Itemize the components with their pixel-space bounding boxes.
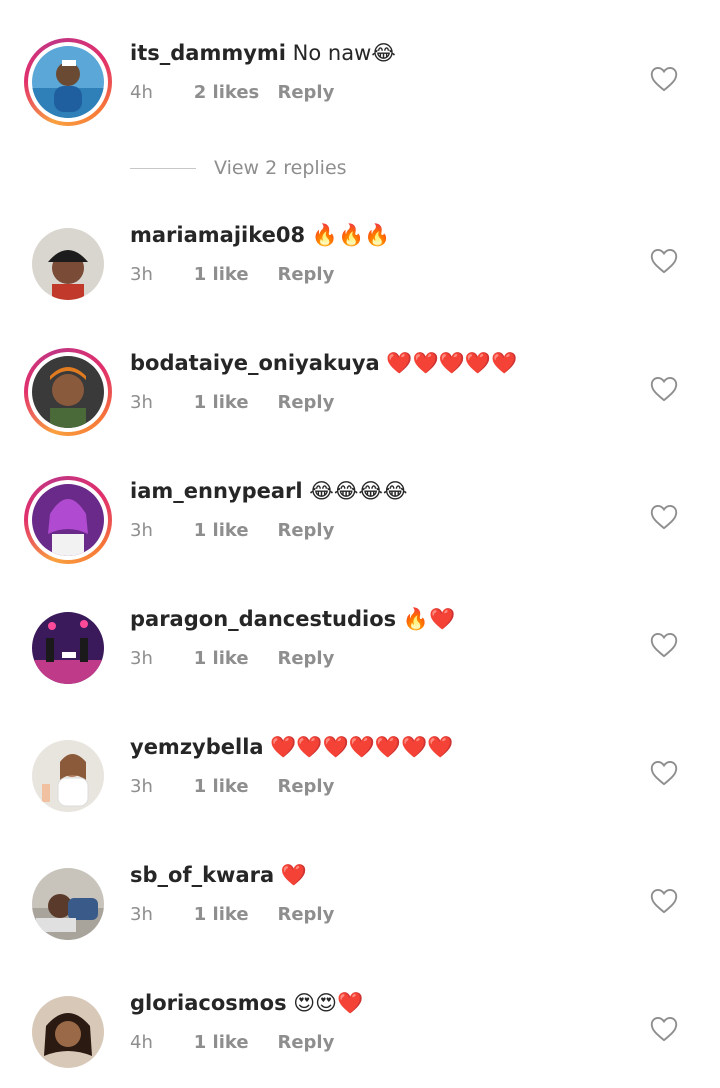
avatar — [32, 46, 104, 118]
comment-meta: 3h 1 like Reply — [130, 392, 334, 413]
comment-meta: 4h 1 like Reply — [130, 1032, 334, 1053]
comment-meta: 4h 2 likes Reply — [130, 82, 334, 103]
view-replies-label: View 2 replies — [214, 157, 347, 179]
comment-item: iam_ennypearl 😂😂😂😂 3h 1 like Reply — [0, 476, 720, 576]
comment-likes[interactable]: 1 like — [194, 648, 272, 669]
comment-username[interactable]: gloriacosmos — [130, 991, 287, 1015]
avatar[interactable] — [32, 996, 104, 1068]
comment-username[interactable]: paragon_dancestudios — [130, 607, 396, 631]
comment-username[interactable]: bodataiye_oniyakuya — [130, 351, 380, 375]
reply-button[interactable]: Reply — [277, 776, 334, 797]
comment-line: sb_of_kwara ❤️ — [130, 860, 307, 890]
comment-time: 3h — [130, 776, 153, 797]
comment-text: 🔥🔥🔥 — [311, 223, 391, 247]
heart-outline-icon[interactable] — [650, 504, 678, 530]
comment-text: No naw😂 — [292, 41, 396, 65]
comment-likes[interactable]: 1 like — [194, 264, 272, 285]
comment-likes[interactable]: 1 like — [194, 904, 272, 925]
heart-outline-icon[interactable] — [650, 248, 678, 274]
comment-line: mariamajike08 🔥🔥🔥 — [130, 220, 390, 250]
heart-outline-icon[interactable] — [650, 1016, 678, 1042]
comment-line: yemzybella ❤️❤️❤️❤️❤️❤️❤️ — [130, 732, 453, 762]
comment-meta: 3h 1 like Reply — [130, 520, 334, 541]
comment-time: 3h — [130, 648, 153, 669]
comment-item: yemzybella ❤️❤️❤️❤️❤️❤️❤️ 3h 1 like Repl… — [0, 732, 720, 832]
reply-button[interactable]: Reply — [277, 82, 334, 103]
divider-line — [130, 167, 196, 169]
heart-outline-icon[interactable] — [650, 888, 678, 914]
comment-item: bodataiye_oniyakuya ❤️❤️❤️❤️❤️ 3h 1 like… — [0, 348, 720, 448]
comment-text: 🔥❤️ — [402, 607, 456, 631]
reply-button[interactable]: Reply — [277, 264, 334, 285]
reply-button[interactable]: Reply — [277, 904, 334, 925]
comment-item: sb_of_kwara ❤️ 3h 1 like Reply — [0, 860, 720, 960]
comment-likes[interactable]: 2 likes — [194, 82, 272, 103]
reply-button[interactable]: Reply — [277, 392, 334, 413]
comment-line: its_dammymi No naw😂 — [130, 38, 396, 68]
comment-likes[interactable]: 1 like — [194, 392, 272, 413]
heart-outline-icon[interactable] — [650, 632, 678, 658]
comment-line: iam_ennypearl 😂😂😂😂 — [130, 476, 407, 506]
comment-item: gloriacosmos 😍😍❤️ 4h 1 like Reply — [0, 988, 720, 1088]
comment-line: gloriacosmos 😍😍❤️ — [130, 988, 363, 1018]
reply-button[interactable]: Reply — [277, 520, 334, 541]
comment-meta: 3h 1 like Reply — [130, 904, 334, 925]
comment-text: 😍😍❤️ — [293, 991, 364, 1015]
comment-text: ❤️ — [280, 863, 308, 887]
comment-text: ❤️❤️❤️❤️❤️❤️❤️ — [270, 735, 454, 759]
reply-button[interactable]: Reply — [277, 648, 334, 669]
comment-item: mariamajike08 🔥🔥🔥 3h 1 like Reply — [0, 220, 720, 320]
comment-item: its_dammymi No naw😂 4h 2 likes Reply — [0, 38, 720, 138]
reply-button[interactable]: Reply — [277, 1032, 334, 1053]
avatar-story-ring[interactable] — [24, 38, 112, 126]
comment-username[interactable]: sb_of_kwara — [130, 863, 274, 887]
avatar — [32, 484, 104, 556]
avatar-story-ring[interactable] — [24, 476, 112, 564]
comment-likes[interactable]: 1 like — [194, 776, 272, 797]
heart-outline-icon[interactable] — [650, 376, 678, 402]
comment-time: 3h — [130, 904, 153, 925]
comment-username[interactable]: its_dammymi — [130, 41, 286, 65]
avatar[interactable] — [32, 612, 104, 684]
avatar[interactable] — [32, 868, 104, 940]
comment-item: paragon_dancestudios 🔥❤️ 3h 1 like Reply — [0, 604, 720, 704]
comment-username[interactable]: yemzybella — [130, 735, 264, 759]
comment-line: paragon_dancestudios 🔥❤️ — [130, 604, 455, 634]
comment-time: 4h — [130, 1032, 153, 1053]
comment-meta: 3h 1 like Reply — [130, 264, 334, 285]
comment-time: 3h — [130, 264, 153, 285]
heart-outline-icon[interactable] — [650, 760, 678, 786]
avatar[interactable] — [32, 228, 104, 300]
comment-meta: 3h 1 like Reply — [130, 776, 334, 797]
heart-outline-icon[interactable] — [650, 66, 678, 92]
comment-line: bodataiye_oniyakuya ❤️❤️❤️❤️❤️ — [130, 348, 517, 378]
comment-username[interactable]: mariamajike08 — [130, 223, 305, 247]
comment-time: 3h — [130, 392, 153, 413]
comment-text: 😂😂😂😂 — [309, 479, 408, 503]
comment-likes[interactable]: 1 like — [194, 1032, 272, 1053]
avatar-story-ring[interactable] — [24, 348, 112, 436]
comment-username[interactable]: iam_ennypearl — [130, 479, 303, 503]
avatar — [32, 356, 104, 428]
comment-time: 3h — [130, 520, 153, 541]
comment-meta: 3h 1 like Reply — [130, 648, 334, 669]
avatar[interactable] — [32, 740, 104, 812]
view-replies-button[interactable]: View 2 replies — [130, 155, 347, 181]
comment-text: ❤️❤️❤️❤️❤️ — [386, 351, 518, 375]
comment-time: 4h — [130, 82, 153, 103]
comment-likes[interactable]: 1 like — [194, 520, 272, 541]
